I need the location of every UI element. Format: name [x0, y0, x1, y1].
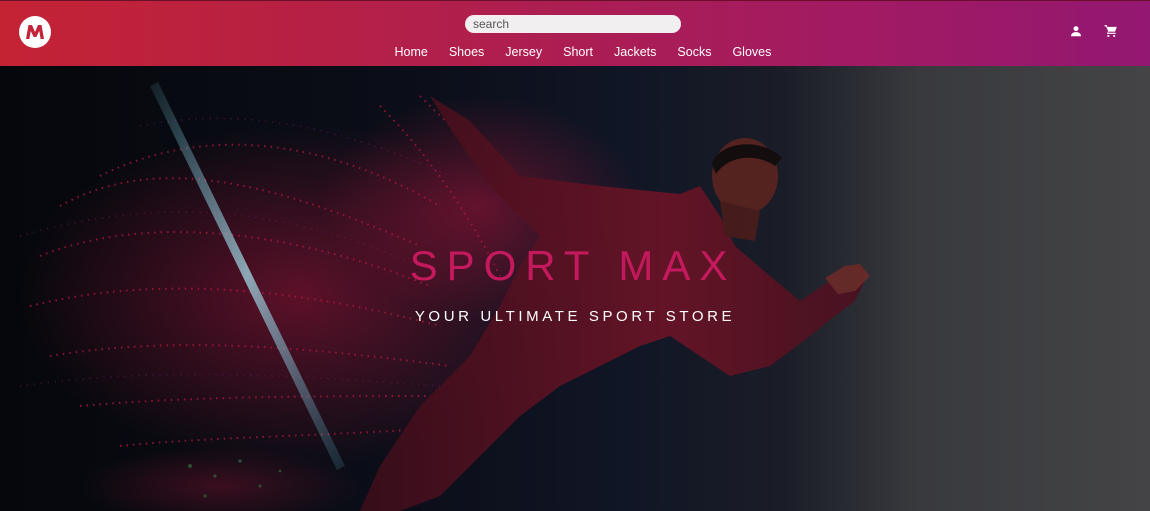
hero-subtitle: YOUR ULTIMATE SPORT STORE [414, 308, 736, 325]
hero-banner: SPORT MAX YOUR ULTIMATE SPORT STORE [0, 66, 1150, 511]
brand-logo-icon[interactable] [19, 16, 51, 48]
nav-item-jersey[interactable]: Jersey [495, 44, 553, 60]
nav-item-short[interactable]: Short [553, 44, 604, 60]
nav-item-socks[interactable]: Socks [667, 44, 722, 60]
user-icon[interactable] [1068, 23, 1084, 39]
cart-icon[interactable] [1103, 23, 1119, 39]
main-nav: Home Shoes Jersey Short Jackets Socks Gl… [384, 44, 782, 60]
site-header: Home Shoes Jersey Short Jackets Socks Gl… [0, 0, 1150, 66]
nav-item-home[interactable]: Home [384, 44, 438, 60]
search-input[interactable] [465, 15, 681, 33]
hero-title: SPORT MAX [409, 242, 737, 289]
nav-item-gloves[interactable]: Gloves [722, 44, 782, 60]
nav-item-shoes[interactable]: Shoes [438, 44, 494, 60]
nav-item-jackets[interactable]: Jackets [604, 44, 667, 60]
